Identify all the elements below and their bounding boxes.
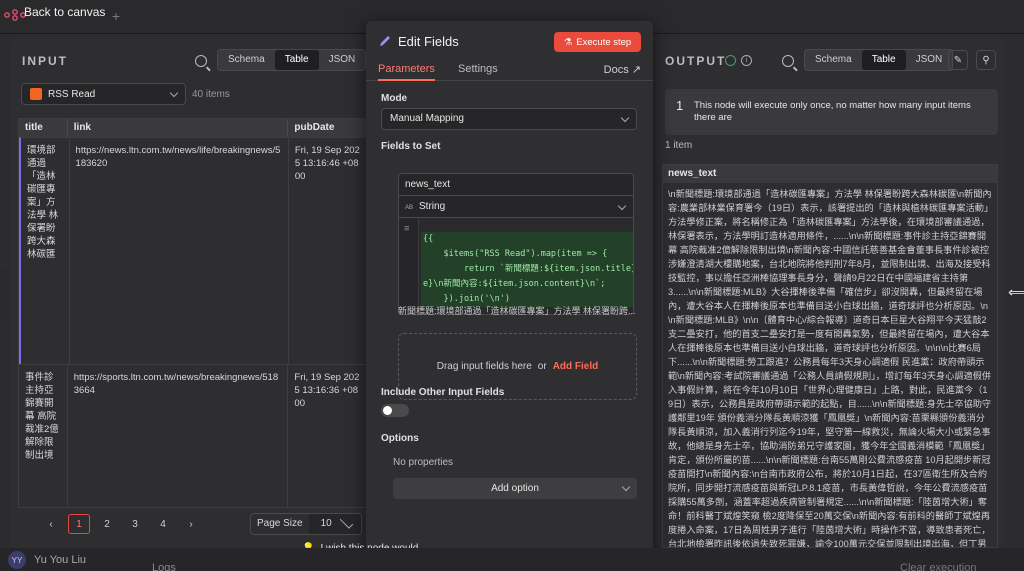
column-header-title: title: [19, 119, 68, 137]
tab-settings[interactable]: Settings: [458, 63, 498, 75]
field-name-input[interactable]: news_text: [399, 174, 633, 196]
flask-icon: ⚗: [563, 36, 573, 48]
page-size-select[interactable]: Page Size 10: [250, 513, 362, 535]
table-row[interactable]: 事件診主持亞錦賽開幕 高院裁准2億解除限制出境 https://sports.l…: [19, 364, 367, 507]
field-type-select[interactable]: AB String: [399, 196, 633, 218]
drop-or: or: [537, 361, 547, 372]
chevron-down-icon: [339, 515, 353, 529]
info-icon[interactable]: i: [741, 55, 752, 66]
string-type-icon: AB: [405, 205, 414, 211]
code-line: e}\n新聞內容:${item.json.content}\n`;: [421, 277, 633, 292]
external-link-icon: ↗: [631, 64, 641, 76]
modal-tabs: Parameters Settings Docs ↗: [366, 59, 653, 81]
cell-pubdate: Fri, 19 Sep 2025 13:16:36 +0800: [288, 365, 367, 507]
include-other-fields-label: Include Other Input Fields: [381, 387, 505, 398]
add-option-button[interactable]: Add option: [393, 478, 637, 499]
page-2-button[interactable]: 2: [96, 514, 118, 534]
user-menu[interactable]: YY Yu You Liu: [8, 551, 86, 569]
add-tab-icon[interactable]: +: [112, 8, 120, 24]
view-json-tab[interactable]: JSON: [319, 50, 366, 70]
pin-icon[interactable]: ⚲: [976, 50, 996, 70]
mode-label: Mode: [381, 93, 408, 104]
modal-title: Edit Fields: [398, 34, 459, 49]
rss-icon: [30, 88, 42, 100]
column-header-news-text: news_text: [663, 165, 997, 183]
back-to-canvas-link[interactable]: Back to canvas: [24, 5, 105, 19]
input-table: title link pubDate 環境部通過「造林碳匯專案」方法學 林保署盼…: [18, 118, 368, 508]
clear-execution-link[interactable]: Clear execution: [900, 562, 976, 571]
edit-fields-modal: Edit Fields ⚗ Execute step Parameters Set…: [366, 21, 653, 565]
execute-step-button[interactable]: ⚗ Execute step: [554, 32, 641, 52]
execute-once-notice: 1 This node will execute only once, no m…: [665, 89, 998, 135]
prev-page-icon[interactable]: ‹: [40, 514, 62, 534]
output-panel: OUTPUT i Schema Table JSON ✎ ⚲ 1 This no…: [655, 38, 1005, 548]
success-check-icon: [725, 55, 736, 66]
options-label: Options: [381, 433, 419, 444]
notice-number: 1: [676, 98, 684, 113]
mode-select[interactable]: Manual Mapping: [381, 108, 637, 130]
expression-editor[interactable]: {{ $items("RSS Read").map(item => { retu…: [399, 218, 633, 314]
view-table-tab[interactable]: Table: [274, 50, 319, 70]
code-line: $items("RSS Read").map(item => {: [421, 247, 633, 262]
view-json-tab[interactable]: JSON: [906, 50, 953, 70]
output-items-count: 1 item: [665, 140, 693, 151]
cell-link: https://news.ltn.com.tw/news/life/breaki…: [70, 138, 289, 364]
chevron-down-icon: [621, 482, 631, 492]
page-3-button[interactable]: 3: [124, 514, 146, 534]
page-size-value[interactable]: 10: [308, 514, 361, 534]
view-schema-tab[interactable]: Schema: [805, 50, 862, 70]
search-icon[interactable]: [782, 55, 794, 67]
input-node-name: RSS Read: [48, 88, 96, 100]
cell-pubdate: Fri, 19 Sep 2025 13:16:46 +0800: [289, 138, 367, 364]
n8n-logo-icon: [4, 9, 26, 21]
edit-pencil-icon[interactable]: ✎: [948, 50, 968, 70]
tab-parameters[interactable]: Parameters: [378, 63, 435, 81]
page-4-button[interactable]: 4: [152, 514, 174, 534]
add-field-link[interactable]: Add Field: [553, 361, 599, 372]
logs-link[interactable]: Logs: [152, 562, 176, 571]
pencil-icon: [380, 36, 390, 46]
avatar: YY: [8, 551, 26, 569]
notice-text: This node will execute only once, no mat…: [694, 100, 971, 123]
code-line: return `新聞標題:${item.json.title}: [421, 262, 633, 277]
column-header-pubdate: pubDate: [288, 119, 367, 137]
cell-title: 環境部通過「造林碳匯專案」方法學 林保署盼跨大森林碳匯: [21, 138, 70, 364]
pagination: ‹ 1 2 3 4 ›: [40, 514, 202, 534]
column-header-link: link: [68, 119, 289, 137]
output-panel-title: OUTPUT: [665, 54, 727, 68]
table-row[interactable]: 環境部通過「造林碳匯專案」方法學 林保署盼跨大森林碳匯 https://news…: [19, 137, 367, 364]
expression-preview: 新聞標題:環境部通過「造林碳匯專案」方法學 林保署盼跨...: [398, 306, 636, 316]
left-drag-handle[interactable]: [0, 270, 10, 320]
no-properties-text: No properties: [393, 457, 454, 468]
cell-title: 事件診主持亞錦賽開幕 高院裁准2億解除限制出境: [19, 365, 68, 507]
output-table: news_text \n新聞標題:環境部通過「造林碳匯專案」方法學 林保署盼跨大…: [662, 164, 998, 548]
fields-to-set-label: Fields to Set: [381, 141, 441, 152]
view-schema-tab[interactable]: Schema: [218, 50, 275, 70]
cell-link: https://sports.ltn.com.tw/news/breakingn…: [68, 365, 289, 507]
chevron-down-icon: [617, 201, 627, 211]
right-drag-handle-icon[interactable]: ⟺: [1008, 270, 1024, 314]
include-fields-toggle[interactable]: [381, 404, 409, 417]
expression-gutter-icon: [399, 218, 419, 314]
chevron-down-icon: [169, 88, 179, 98]
search-icon[interactable]: [195, 55, 207, 67]
input-items-count: 40 items: [192, 89, 230, 100]
user-name: Yu You Liu: [34, 554, 87, 566]
input-table-header: title link pubDate: [19, 119, 367, 137]
input-view-switch: Schema Table JSON: [217, 49, 367, 71]
page-size-label: Page Size: [257, 518, 303, 529]
page-1-button[interactable]: 1: [68, 514, 90, 534]
code-line: {{: [421, 232, 633, 247]
input-panel-title: INPUT: [22, 54, 68, 68]
drop-text: Drag input fields here: [436, 361, 532, 372]
field-assignment: news_text ABString {{ $items("RSS Read")…: [398, 173, 634, 315]
input-panel: INPUT Schema Table JSON RSS Read 40 item…: [10, 38, 368, 548]
input-node-select[interactable]: RSS Read: [21, 83, 186, 105]
docs-link[interactable]: Docs ↗: [604, 63, 641, 76]
view-table-tab[interactable]: Table: [861, 50, 906, 70]
news-text-cell: \n新聞標題:環境部通過「造林碳匯專案」方法學 林保署盼跨大森林碳匯\n新聞內容…: [668, 189, 992, 548]
chevron-down-icon: [620, 113, 630, 123]
next-page-icon[interactable]: ›: [180, 514, 202, 534]
output-view-switch: Schema Table JSON: [804, 49, 954, 71]
